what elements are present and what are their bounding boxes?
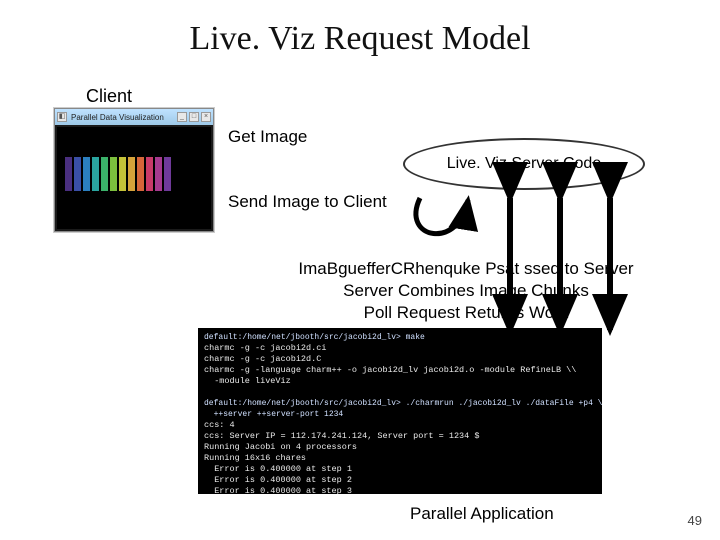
window-title-text: Parallel Data Visualization <box>69 113 175 122</box>
terminal-line: Running 16x16 chares <box>204 453 306 463</box>
terminal-line: charmc -g -language charm++ -o jacobi2d_… <box>204 365 576 375</box>
page-title: Live. Viz Request Model <box>0 20 720 58</box>
mid-line-2: Server Combines Image Chunks <box>252 280 680 302</box>
mid-line-3: Poll Request Returns Work <box>252 302 680 324</box>
terminal-line: ++server ++server-port 1234 <box>204 410 343 419</box>
terminal-line: ccs: Server IP = 112.174.241.124, Server… <box>204 431 479 441</box>
terminal-line: charmc -g -c jacobi2d.ci <box>204 343 326 353</box>
server-oval: Live. Viz Server Code <box>403 138 645 190</box>
terminal-line: -module liveViz <box>204 376 291 386</box>
terminal-line: default:/home/net/jbooth/src/jacobi2d_lv… <box>204 399 602 408</box>
terminal-line: Running Jacobi on 4 processors <box>204 442 357 452</box>
client-canvas <box>57 127 211 229</box>
terminal-line: ccs: 4 <box>204 420 235 430</box>
rainbow-bars <box>65 157 171 191</box>
client-titlebar: ◧ Parallel Data Visualization _ □ × <box>55 109 213 125</box>
minimize-icon: _ <box>177 112 187 122</box>
terminal-line: Error is 0.400000 at step 2 <box>204 475 352 485</box>
mid-line-1: ImaBguefferCRhenquke Psat ssed to Server <box>252 258 680 280</box>
send-image-label: Send Image to Client <box>228 192 387 212</box>
terminal-line: charmc -g -c jacobi2d.C <box>204 354 321 364</box>
page-number: 49 <box>688 513 702 528</box>
get-image-label: Get Image <box>228 127 307 147</box>
terminal-window: default:/home/net/jbooth/src/jacobi2d_lv… <box>198 328 602 494</box>
window-icon: ◧ <box>57 112 67 122</box>
parallel-app-label: Parallel Application <box>410 504 554 524</box>
close-icon: × <box>201 112 211 122</box>
server-oval-text: Live. Viz Server Code <box>447 155 601 173</box>
maximize-icon: □ <box>189 112 199 122</box>
terminal-line: Error is 0.400000 at step 3 <box>204 486 352 494</box>
terminal-path: default:/home/net/jbooth/src/jacobi2d_lv… <box>204 333 425 342</box>
client-label: Client <box>86 86 132 107</box>
terminal-line: Error is 0.400000 at step 1 <box>204 464 352 474</box>
client-window: ◧ Parallel Data Visualization _ □ × <box>54 108 214 232</box>
